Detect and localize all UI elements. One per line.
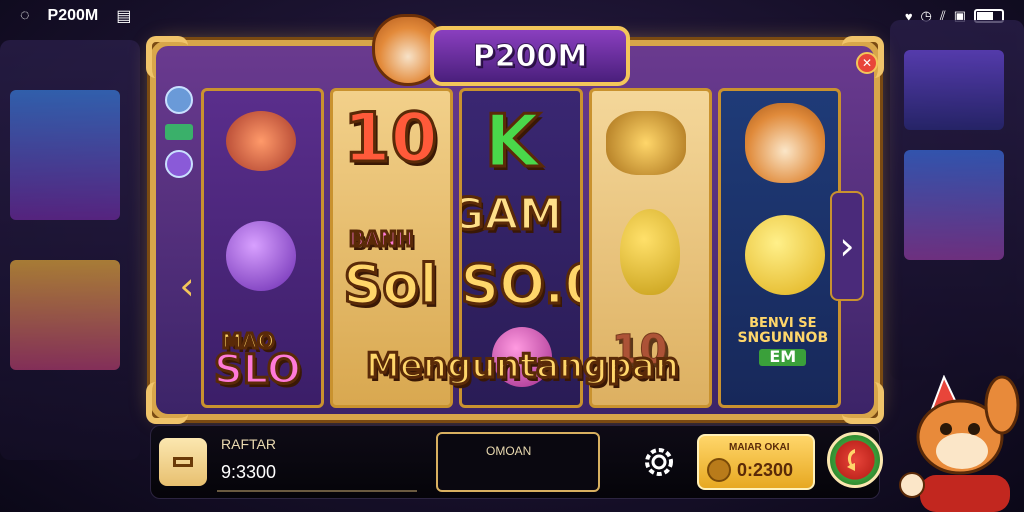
reel-text-so0: SO.0 <box>460 252 579 318</box>
bonus-icon[interactable] <box>165 150 193 178</box>
next-arrow-button[interactable]: › <box>830 191 864 301</box>
menu-button[interactable] <box>159 438 207 486</box>
reel-text-sol: Sol <box>342 252 439 318</box>
win-label: MAIAR OKAI <box>729 442 790 453</box>
mascot-character <box>899 375 1020 512</box>
reel-text-gam: GAM <box>459 188 563 242</box>
close-icon: ✕ <box>861 56 873 70</box>
notification-icon: ◌ <box>20 7 30 24</box>
win-value: 0:2300 <box>737 460 794 480</box>
credit-label: RAFTAR <box>221 436 276 452</box>
bonus-icon[interactable] <box>165 86 193 114</box>
win-banner-text: Menguntangpan <box>364 345 680 388</box>
right-banner: BENVI SE SNGUNNOB EM <box>725 316 838 367</box>
fox-symbol <box>744 103 825 183</box>
reel-text-banh: BANH <box>348 226 415 253</box>
chick-symbol <box>744 215 825 295</box>
app-name: P200M <box>47 7 99 24</box>
right-banner-line3: EM <box>759 349 807 367</box>
coin-icon <box>707 458 731 482</box>
game-logo: P200M <box>430 26 630 86</box>
frame-corner-decoration <box>146 36 188 78</box>
coin-symbol <box>226 111 296 171</box>
bonus-icon[interactable] <box>165 124 193 140</box>
balloon-symbol <box>619 209 680 295</box>
credit-value: 9:3300 <box>221 462 277 482</box>
win-display: MAIAR OKAI 0:2300 <box>697 434 815 490</box>
credit-divider <box>217 490 417 492</box>
reel-5: BENVI SE SNGUNNOB EM <box>717 88 842 408</box>
prev-arrow-button[interactable]: ‹ <box>170 246 204 326</box>
reel-text-slo: SLO <box>213 346 303 395</box>
slot-machine-frame: MAO SLO 10 BANH Sol K GAM SO.0 10 BENVI … <box>146 36 884 424</box>
headline-k: K <box>483 98 542 185</box>
arcade-cabinet-right <box>890 20 1024 380</box>
reel-1: MAO SLO <box>201 88 325 408</box>
frame-corner-decoration <box>842 382 884 424</box>
close-button[interactable]: ✕ <box>856 52 878 74</box>
right-banner-line2: SNGUNNOB <box>737 329 829 346</box>
arcade-cabinet-left <box>0 40 140 460</box>
bottom-control-bar: RAFTAR 9:3300 OMOAN MAIAR OKAI 0:2300 <box>150 425 883 499</box>
spin-arrow-icon <box>847 449 855 471</box>
spin-button[interactable] <box>827 432 883 488</box>
left-side-icons <box>162 86 196 216</box>
bet-label: OMOAN <box>486 444 532 458</box>
headline-10: 10 <box>342 98 440 180</box>
frame-corner-decoration <box>146 382 188 424</box>
gear-icon <box>645 448 673 476</box>
logo-text: P200M <box>472 38 588 74</box>
settings-button[interactable] <box>639 442 679 482</box>
chevron-right-icon: › <box>839 224 855 268</box>
right-banner-line1: BENVI SE <box>749 316 817 331</box>
treasure-symbol <box>605 111 686 175</box>
bet-display-box[interactable]: OMOAN <box>436 432 600 492</box>
screen-icon: ▤ <box>116 8 132 25</box>
orb-symbol <box>226 221 296 291</box>
menu-icon <box>173 457 193 467</box>
chevron-left-icon: ‹ <box>179 264 195 308</box>
